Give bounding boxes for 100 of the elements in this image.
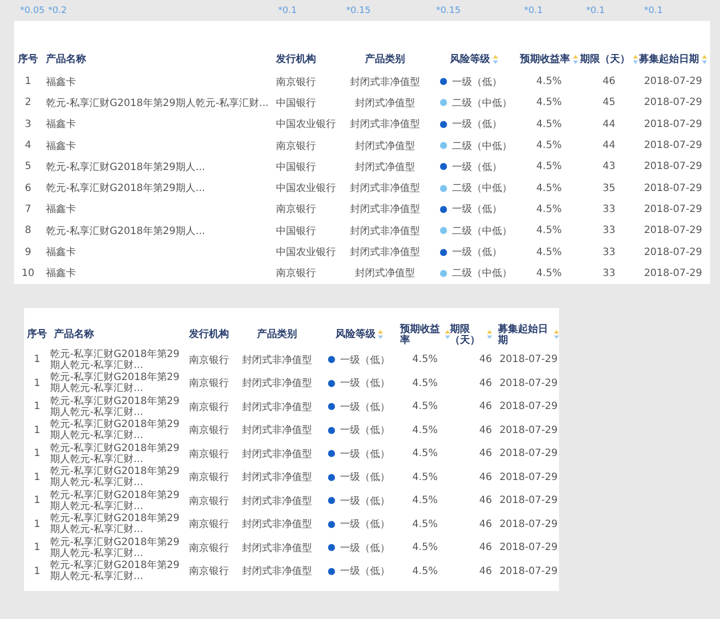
row-number: 1 <box>34 542 40 554</box>
product-name: 福鑫卡 <box>46 246 76 260</box>
term-days: 46 <box>479 448 492 460</box>
risk-level: 一级（低） <box>340 542 390 555</box>
term-days: 46 <box>479 566 492 577</box>
term-days: 46 <box>479 518 492 530</box>
column-header: 发行机构 <box>276 52 316 66</box>
product-category: 封闭式非净值型 <box>350 224 420 238</box>
risk-level: 一级（低） <box>452 118 502 132</box>
product-category: 封闭式非净值型 <box>242 448 312 461</box>
product-name: 乾元-私享汇财G2018年第29期人乾元-私享汇财... <box>50 560 181 582</box>
row-number: 10 <box>22 268 34 279</box>
weight-annotation: *0.1 <box>277 6 297 18</box>
row-number: 1 <box>24 76 32 88</box>
row-number: 1 <box>34 401 40 412</box>
risk-level: 一级（低） <box>340 448 390 461</box>
sort-icon[interactable] <box>493 54 498 64</box>
column-header: 期限（天） <box>580 52 630 66</box>
row-number: 1 <box>34 472 40 483</box>
issuer: 中国农业银行 <box>276 246 336 260</box>
weight-annotation: *0.15 <box>345 6 371 18</box>
product-name: 乾元-私享汇财G2018年第29期人... <box>46 182 206 196</box>
expected-yield: 4.5% <box>412 518 438 530</box>
sort-icon[interactable] <box>702 54 707 64</box>
start-date: 2018-07-29 <box>644 161 702 172</box>
start-date: 2018-07-29 <box>644 76 702 88</box>
risk-level: 一级（低） <box>452 246 502 260</box>
sort-icon[interactable] <box>445 330 450 340</box>
product-name: 乾元-私享汇财G2018年第29期人乾元-私享汇财... <box>50 536 181 559</box>
start-date: 2018-07-29 <box>499 495 558 506</box>
row-number: 8 <box>24 225 32 236</box>
row-number: 1 <box>34 354 40 366</box>
weight-annotation: *0.1 <box>585 6 605 18</box>
column-header: 风险等级 <box>336 329 376 340</box>
row-number: 4 <box>24 140 32 152</box>
term-days: 33 <box>602 268 616 279</box>
issuer: 南京银行 <box>189 376 229 390</box>
expected-yield: 4.5% <box>412 472 438 483</box>
issuer: 南京银行 <box>189 542 229 555</box>
product-name: 乾元-私享汇财G2018年第29期人乾元-私享汇财... <box>50 396 181 418</box>
product-category: 封闭式非净值型 <box>242 470 312 484</box>
risk-level: 二级（中低） <box>452 224 512 238</box>
column-header: 募集起始日期 <box>498 324 549 346</box>
product-category: 封闭式非净值型 <box>350 118 420 132</box>
product-category: 封闭式非净值型 <box>242 424 312 438</box>
product-name: 福鑫卡 <box>46 118 76 132</box>
term-days: 46 <box>479 354 492 366</box>
sort-icon[interactable] <box>378 330 382 340</box>
expected-yield: 4.5% <box>412 495 438 506</box>
product-category: 封闭式非净值型 <box>242 494 312 508</box>
row-number: 1 <box>34 424 40 436</box>
issuer: 南京银行 <box>189 400 229 414</box>
product-category: 封闭式净值型 <box>355 140 415 153</box>
row-number: 1 <box>34 378 40 389</box>
weight-annotation: *0.1 <box>523 6 543 18</box>
product-category: 封闭式净值型 <box>355 160 415 174</box>
product-name: 乾元-私享汇财G2018年第29期人乾元-私享汇财... <box>50 348 181 371</box>
product-category: 封闭式非净值型 <box>242 400 312 414</box>
start-date: 2018-07-29 <box>499 542 558 554</box>
risk-level: 一级（低） <box>452 203 502 216</box>
sort-icon[interactable] <box>573 54 578 64</box>
term-days: 46 <box>479 401 492 412</box>
start-date: 2018-07-29 <box>644 268 702 279</box>
product-name: 乾元-私享汇财G2018年第29期人乾元-私享汇财... <box>50 466 181 488</box>
start-date: 2018-07-29 <box>644 246 702 258</box>
start-date: 2018-07-29 <box>499 566 558 577</box>
start-date: 2018-07-29 <box>499 354 558 366</box>
sort-icon[interactable] <box>487 330 492 340</box>
expected-yield: 4.5% <box>536 161 562 172</box>
expected-yield: 4.5% <box>536 204 562 215</box>
weight-annotation: *0.15 <box>435 6 461 18</box>
risk-level: 一级（低） <box>340 565 390 578</box>
product-name: 乾元-私享汇财G2018年第29期人乾元-私享汇财... <box>50 372 181 394</box>
row-number: 1 <box>34 448 40 460</box>
issuer: 南京银行 <box>276 140 316 153</box>
weight-annotation: *0.05 <box>19 6 45 18</box>
term-days: 46 <box>602 76 616 88</box>
sort-icon[interactable] <box>554 330 559 340</box>
start-date: 2018-07-29 <box>644 182 702 194</box>
expected-yield: 4.5% <box>536 246 562 258</box>
start-date: 2018-07-29 <box>644 140 702 152</box>
issuer: 中国银行 <box>276 224 316 238</box>
product-category: 封闭式非净值型 <box>242 542 312 555</box>
risk-level: 一级（低） <box>340 377 390 390</box>
row-number: 1 <box>34 566 40 577</box>
column-header: 产品类别 <box>257 329 297 340</box>
sort-icon[interactable] <box>633 54 638 64</box>
row-number: 2 <box>24 97 32 108</box>
column-header: 发行机构 <box>189 329 229 340</box>
term-days: 43 <box>602 161 616 172</box>
issuer: 中国农业银行 <box>276 182 336 196</box>
issuer: 中国银行 <box>276 160 316 174</box>
start-date: 2018-07-29 <box>499 424 558 436</box>
row-number: 9 <box>24 246 32 258</box>
weight-annotation: *0.1 <box>643 6 663 18</box>
column-header: 序号 <box>18 52 38 66</box>
issuer: 南京银行 <box>276 266 316 280</box>
expected-yield: 4.5% <box>412 378 438 389</box>
term-days: 46 <box>479 472 492 483</box>
issuer: 南京银行 <box>189 564 229 578</box>
